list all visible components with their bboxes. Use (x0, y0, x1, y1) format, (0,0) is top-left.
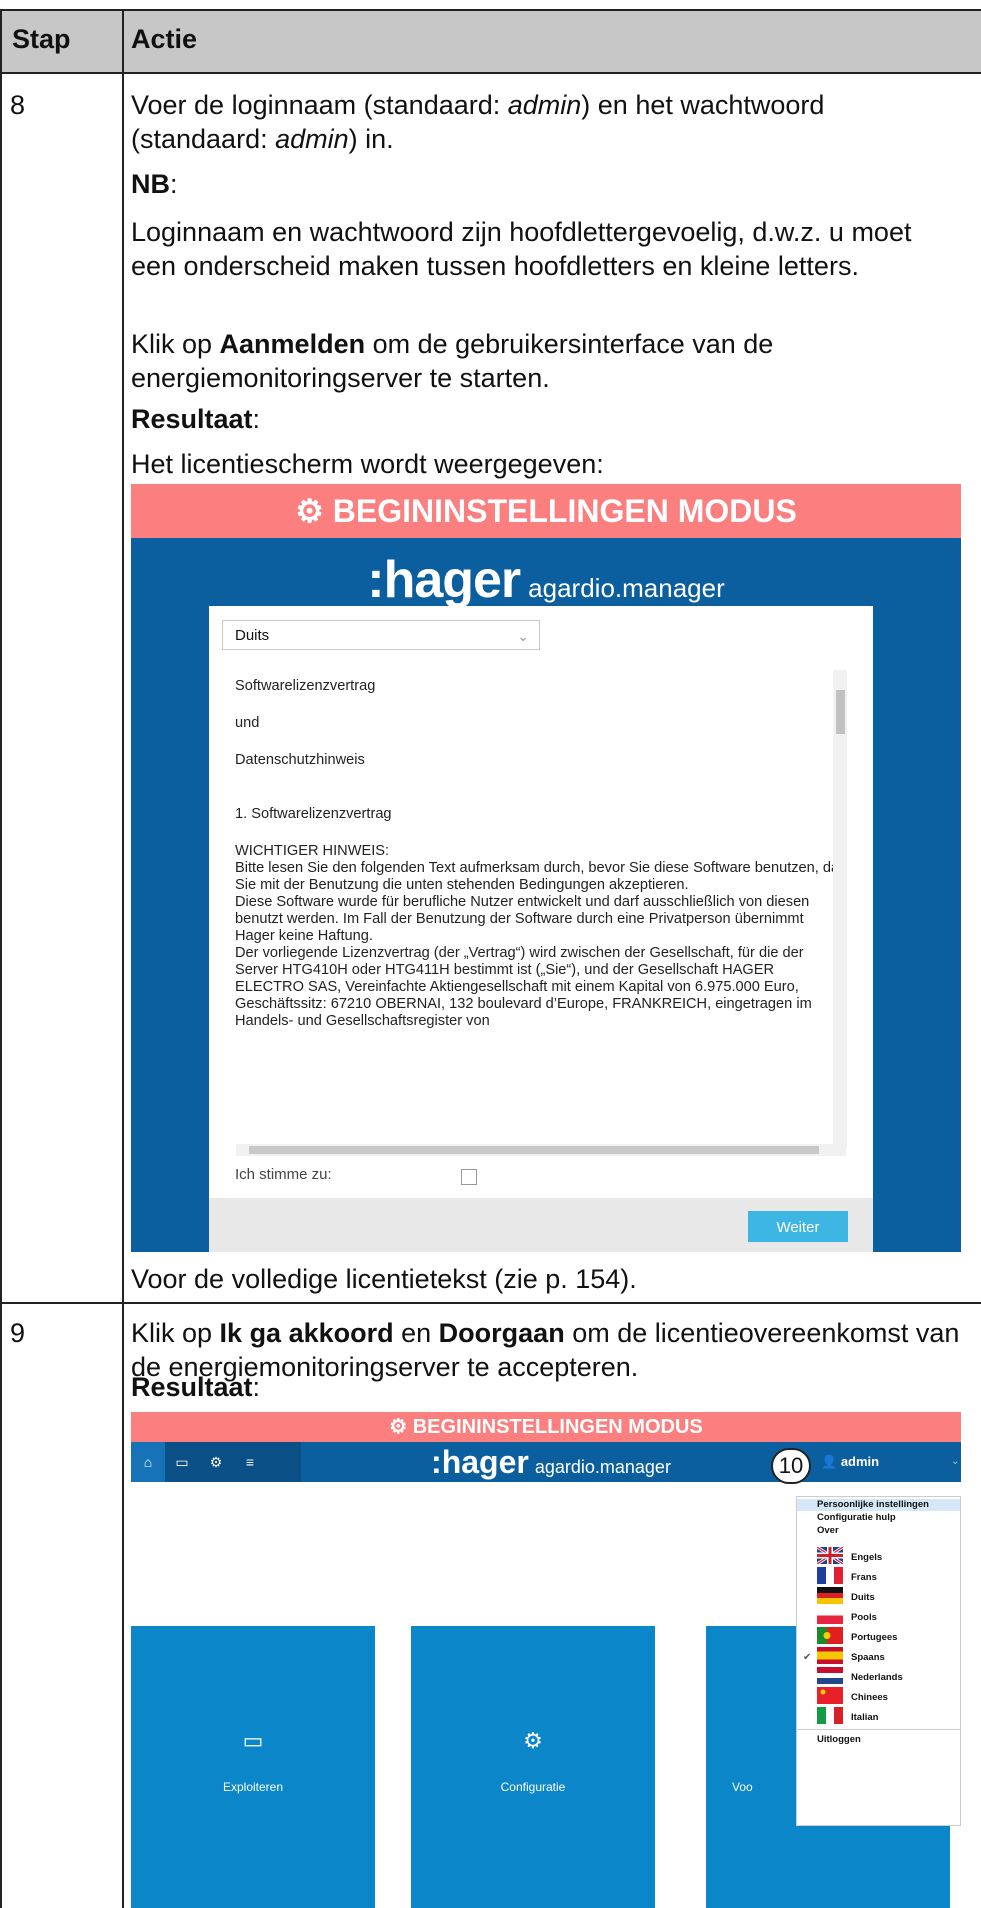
spain-flag-icon (817, 1647, 843, 1664)
menu-item-personal-settings[interactable]: Persoonlijke instellingen (797, 1499, 960, 1511)
gears-icon: ⚙︎ (295, 493, 333, 529)
nb-text: Loginnaam en wachtwoord zijn hoofdletter… (131, 217, 912, 281)
hager-logo: :hager agardio.manager (367, 551, 725, 609)
netherlands-flag-icon (817, 1667, 843, 1684)
chevron-down-icon: ⌄ (517, 628, 529, 644)
language-spanish[interactable]: Spaans (851, 1652, 885, 1663)
user-icon: 👤 (821, 1454, 841, 1469)
language-italian[interactable]: Italian (851, 1712, 878, 1723)
italy-flag-icon (817, 1707, 843, 1724)
gears-icon[interactable]: ⚙ (199, 1442, 233, 1482)
result-text: Het licentiescherm wordt weergegeven: (131, 449, 604, 479)
result-heading-2: Resultaat: (131, 1372, 261, 1402)
language-chinese[interactable]: Chinees (851, 1692, 888, 1703)
license-screenshot: ⚙︎ BEGININSTELLINGEN MODUS :hager agardio… (131, 484, 961, 1252)
step-number: 8 (10, 90, 26, 120)
language-dutch[interactable]: Nederlands (851, 1672, 903, 1683)
tile-exploiteren[interactable]: ▭ Exploiteren (131, 1626, 375, 1908)
table-border-header (0, 72, 981, 74)
tile-configuratie[interactable]: ⚙ Configuratie (411, 1626, 655, 1908)
table-border-mid (122, 9, 124, 1908)
table-border-row (0, 1302, 981, 1304)
uk-flag-icon (817, 1547, 843, 1564)
table-border-left (0, 9, 2, 1908)
vertical-scrollbar-thumb[interactable] (836, 690, 845, 734)
table-border-top (0, 9, 981, 11)
license-footnote: Voor de volledige licentietekst (zie p. … (131, 1264, 637, 1294)
callout-badge: 10 (771, 1448, 811, 1484)
language-polish[interactable]: Pools (851, 1612, 877, 1623)
header-action: Actie (131, 24, 198, 54)
laptop-icon: ▭ (242, 1728, 264, 1753)
result-heading: Resultaat: (131, 404, 261, 434)
portugal-flag-icon (817, 1627, 843, 1644)
home-screenshot: ⚙︎ BEGININSTELLINGEN MODUS ⌂ ▭ ⚙ ≡ :hage… (131, 1412, 961, 1908)
menu-item-config-help[interactable]: Configuratie hulp (817, 1512, 896, 1523)
agree-checkbox[interactable] (461, 1169, 477, 1185)
horizontal-scrollbar-thumb[interactable] (249, 1146, 819, 1154)
license-panel: Duits ⌄ Softwarelizenzvertrag und Datens… (209, 606, 873, 1252)
language-french[interactable]: Frans (851, 1572, 877, 1583)
vertical-scrollbar[interactable] (833, 670, 847, 1148)
france-flag-icon (817, 1567, 843, 1584)
home-icon[interactable]: ⌂ (131, 1442, 165, 1482)
sliders-icon[interactable]: ≡ (233, 1442, 267, 1482)
monitor-icon[interactable]: ▭ (165, 1442, 199, 1482)
chevron-down-icon: ⌄ (951, 1456, 960, 1467)
language-german[interactable]: Duits (851, 1592, 875, 1603)
poland-flag-icon (817, 1607, 843, 1624)
china-flag-icon (817, 1687, 843, 1704)
user-dropdown-menu: Persoonlijke instellingen Configuratie h… (796, 1496, 961, 1826)
header-step: Stap (12, 24, 71, 54)
click-instruction: Klik op Aanmelden om de gebruikersinterf… (131, 329, 774, 393)
language-english[interactable]: Engels (851, 1552, 882, 1563)
gears-icon: ⚙︎ (389, 1416, 413, 1438)
nb-heading: NB: (131, 169, 178, 199)
menu-item-about[interactable]: Over (817, 1525, 839, 1536)
user-menu-button[interactable]: 👤 admin (821, 1442, 879, 1482)
login-instruction: Voer de loginnaam (standaard: admin) en … (131, 90, 825, 154)
agree-label: Ich stimme zu: (235, 1166, 332, 1183)
mode-banner: ⚙︎ BEGININSTELLINGEN MODUS (131, 484, 961, 538)
germany-flag-icon (817, 1587, 843, 1604)
menu-divider (797, 1729, 960, 1730)
gears-icon: ⚙ (523, 1728, 543, 1753)
mode-banner: ⚙︎ BEGININSTELLINGEN MODUS (131, 1412, 961, 1442)
check-icon: ✔ (803, 1652, 812, 1663)
next-button[interactable]: Weiter (748, 1211, 848, 1242)
license-text[interactable]: Softwarelizenzvertrag und Datenschutzhin… (235, 678, 847, 1138)
menu-item-logout[interactable]: Uitloggen (817, 1734, 861, 1745)
language-portuguese[interactable]: Portugees (851, 1632, 897, 1643)
step-number: 9 (10, 1318, 26, 1348)
language-select[interactable]: Duits ⌄ (222, 620, 540, 650)
hager-logo: :hager agardio.manager (431, 1444, 671, 1480)
